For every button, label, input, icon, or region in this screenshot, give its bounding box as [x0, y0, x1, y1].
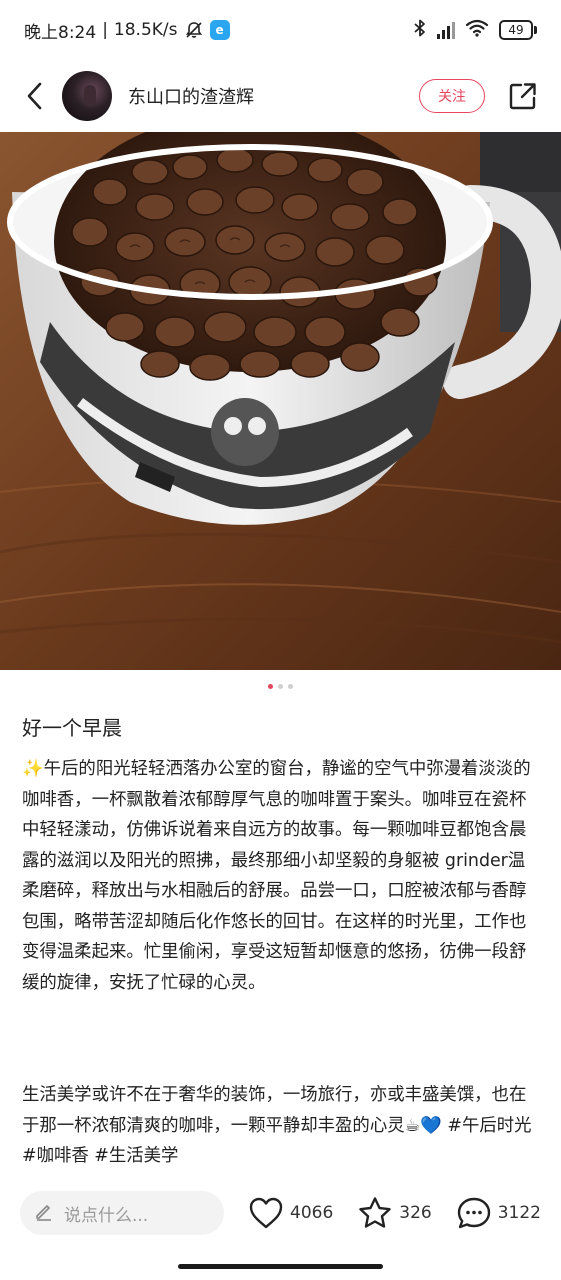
- back-chevron-icon: [27, 82, 42, 110]
- post-title: 好一个早晨: [22, 716, 122, 740]
- star-icon: [359, 1197, 391, 1228]
- status-time: 晚上8:24: [24, 22, 97, 43]
- wifi-icon: [465, 19, 489, 42]
- like-button[interactable]: 4066: [248, 1196, 333, 1230]
- pen-icon: [34, 1201, 54, 1226]
- comment-button[interactable]: 3122: [456, 1196, 541, 1230]
- post-header: 东山口的渣渣辉 关注: [0, 60, 561, 132]
- carousel-indicator: [0, 684, 561, 689]
- status-network-speed: 18.5K/s: [113, 20, 178, 40]
- coffee-mug-illustration: [0, 132, 561, 670]
- share-icon: [509, 83, 536, 110]
- status-right: 49: [413, 18, 537, 43]
- comment-placeholder: 说点什么...: [64, 1205, 149, 1226]
- app-notification-icon: e: [209, 20, 230, 40]
- bottom-action-bar: 说点什么... 4066 326 3122: [0, 1188, 561, 1238]
- back-button[interactable]: [18, 76, 52, 116]
- share-button[interactable]: [503, 76, 543, 116]
- favorite-button[interactable]: 326: [357, 1196, 432, 1230]
- bluetooth-icon: [413, 18, 427, 43]
- carousel-dot-1[interactable]: [268, 684, 273, 689]
- post-photo[interactable]: [0, 132, 561, 670]
- carousel-dot-2[interactable]: [278, 684, 283, 689]
- bell-mute-icon: [184, 20, 204, 40]
- carousel-dot-3[interactable]: [288, 684, 293, 689]
- home-indicator[interactable]: [178, 1264, 383, 1269]
- battery-icon: 49: [499, 20, 537, 40]
- follow-button[interactable]: 关注: [419, 79, 485, 113]
- battery-level: 49: [499, 20, 533, 40]
- post-paragraph-1: ✨午后的阳光轻轻洒落办公室的窗台，静谧的空气中弥漫着淡淡的咖啡香，一杯飘散着浓郁…: [22, 759, 531, 993]
- status-bar: 晚上8:24 | 18.5K/s e 49: [0, 0, 561, 60]
- like-count: 4066: [290, 1203, 334, 1223]
- status-left: 晚上8:24 | 18.5K/s e: [24, 18, 230, 43]
- comment-input[interactable]: 说点什么...: [20, 1191, 225, 1235]
- post-paragraph-2: 生活美学或许不在于奢华的装饰，一场旅行，亦或丰盛美馔，也在于那一杯浓郁清爽的咖啡…: [22, 1085, 532, 1166]
- heart-icon: [249, 1197, 283, 1229]
- author-avatar[interactable]: [62, 71, 112, 121]
- status-separator: |: [102, 20, 108, 40]
- comment-count: 3122: [497, 1203, 541, 1223]
- author-name[interactable]: 东山口的渣渣辉: [128, 83, 419, 109]
- signal-icon: [437, 21, 455, 39]
- favorite-count: 326: [399, 1203, 432, 1223]
- comment-bubble-icon: [457, 1197, 490, 1229]
